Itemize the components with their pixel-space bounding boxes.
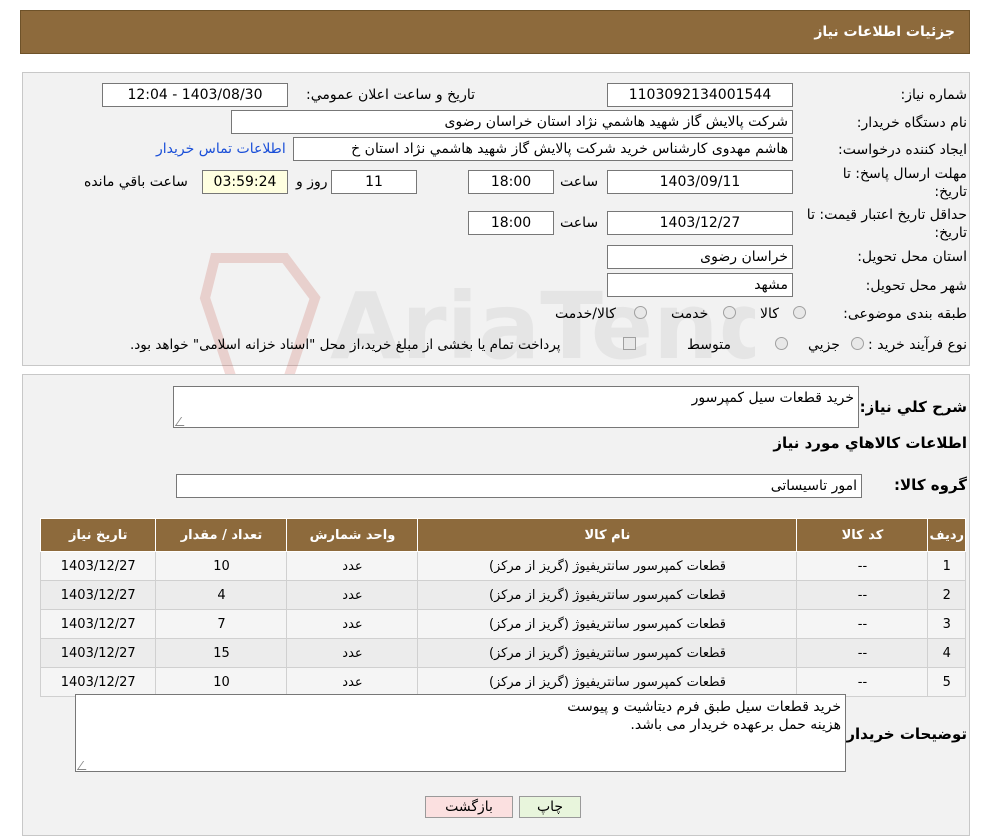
days-field: 11 <box>331 170 417 194</box>
buyer-org-field: شرکت پالايش گاز شهيد هاشمي نژاد استان خر… <box>231 110 793 134</box>
purchase-note-checkbox[interactable] <box>623 337 636 350</box>
purchase-option-medium: متوسط <box>687 337 731 353</box>
category-label: طبقه بندی موضوعی: <box>843 306 967 322</box>
page-header: جزئیات اطلاعات نیاز <box>20 10 970 54</box>
city-field: مشهد <box>607 273 793 297</box>
cell-need-date: 1403/12/27 <box>39 551 157 581</box>
cell-item-name: قطعات کمپرسور سانتریفیوژ (گریز از مرکز) <box>417 551 798 581</box>
page-title: جزئیات اطلاعات نیاز <box>814 24 955 40</box>
items-table: رديف کد کالا نام کالا واحد شمارش تعداد /… <box>39 518 966 697</box>
purchase-note: پرداخت تمام يا بخشی از مبلغ خريد،از محل … <box>130 337 561 353</box>
category-option-goods: کالا <box>760 306 779 322</box>
back-button[interactable]: بازگشت <box>425 796 513 818</box>
category-radio-goods[interactable] <box>793 306 806 319</box>
buyer-org-label: نام دستگاه خريدار: <box>856 115 967 131</box>
cell-item-code: -- <box>796 638 929 668</box>
col-item-code: کد کالا <box>796 518 929 552</box>
cell-item-name: قطعات کمپرسور سانتریفیوژ (گریز از مرکز) <box>417 667 798 697</box>
deadline-time-label: ساعت <box>560 174 599 190</box>
deadline-date-field: 1403/09/11 <box>607 170 793 194</box>
buyer-notes-label: توضيحات خريدار: <box>840 725 967 743</box>
need-number-field: 1103092134001544 <box>607 83 793 107</box>
cell-unit: عدد <box>286 638 419 668</box>
cell-unit: عدد <box>286 609 419 639</box>
cell-unit: عدد <box>286 667 419 697</box>
category-option-service: خدمت <box>671 306 709 322</box>
validity-date-field: 1403/12/27 <box>607 211 793 235</box>
cell-row-number: 2 <box>927 580 966 610</box>
creator-label: ايجاد کننده درخواست: <box>838 142 967 158</box>
cell-item-code: -- <box>796 580 929 610</box>
category-radio-service[interactable] <box>723 306 736 319</box>
city-label: شهر محل تحويل: <box>865 278 967 294</box>
print-button[interactable]: چاپ <box>519 796 581 818</box>
cell-unit: عدد <box>286 580 419 610</box>
validity-time-label: ساعت <box>560 215 599 231</box>
cell-item-code: -- <box>796 551 929 581</box>
cell-need-date: 1403/12/27 <box>39 609 157 639</box>
goods-section-title: اطلاعات کالاهاي مورد نياز <box>773 434 967 452</box>
category-option-goods-service: کالا/خدمت <box>555 306 616 322</box>
table-row: 5 -- قطعات کمپرسور سانتریفیوژ (گریز از م… <box>39 667 966 697</box>
validity-time-field: 18:00 <box>468 211 554 235</box>
buyer-notes-field: خريد قطعات سيل طبق فرم ديتاشيت و پيوست ه… <box>75 694 846 772</box>
cell-quantity: 10 <box>155 551 288 581</box>
table-header-row: رديف کد کالا نام کالا واحد شمارش تعداد /… <box>39 518 966 552</box>
category-radio-goods-service[interactable] <box>634 306 647 319</box>
goods-group-field: امور تاسیساتی <box>176 474 862 498</box>
cell-quantity: 15 <box>155 638 288 668</box>
announce-field: 1403/08/30 - 12:04 <box>102 83 288 107</box>
table-row: 4 -- قطعات کمپرسور سانتریفیوژ (گریز از م… <box>39 638 966 668</box>
purchase-option-minor: جزيي <box>808 337 840 353</box>
summary-field: خريد قطعات سيل کمپرسور <box>173 386 859 428</box>
province-label: استان محل تحويل: <box>857 249 967 265</box>
goods-group-label: گروه کالا: <box>894 476 967 494</box>
cell-need-date: 1403/12/27 <box>39 580 157 610</box>
deadline-time-field: 18:00 <box>468 170 554 194</box>
cell-row-number: 5 <box>927 667 966 697</box>
purchase-radio-minor[interactable] <box>851 337 864 350</box>
table-row: 3 -- قطعات کمپرسور سانتریفیوژ (گریز از م… <box>39 609 966 639</box>
cell-row-number: 4 <box>927 638 966 668</box>
summary-label: شرح کلي نياز: <box>859 398 967 416</box>
cell-item-name: قطعات کمپرسور سانتریفیوژ (گریز از مرکز) <box>417 638 798 668</box>
purchase-type-label: نوع فرآيند خريد : <box>868 337 967 353</box>
cell-quantity: 4 <box>155 580 288 610</box>
purchase-radio-medium[interactable] <box>775 337 788 350</box>
table-row: 2 -- قطعات کمپرسور سانتریفیوژ (گریز از م… <box>39 580 966 610</box>
cell-item-name: قطعات کمپرسور سانتریفیوژ (گریز از مرکز) <box>417 609 798 639</box>
col-unit: واحد شمارش <box>286 518 419 552</box>
contact-info-link[interactable]: اطلاعات تماس خريدار <box>156 141 286 157</box>
need-number-label: شماره نیاز: <box>900 87 968 103</box>
province-field: خراسان رضوی <box>607 245 793 269</box>
col-item-name: نام کالا <box>417 518 798 552</box>
buyer-notes-line-2: هزينه حمل برعهده خريدار می باشد. <box>630 717 841 733</box>
cell-unit: عدد <box>286 551 419 581</box>
cell-need-date: 1403/12/27 <box>39 638 157 668</box>
cell-row-number: 3 <box>927 609 966 639</box>
days-label: روز و <box>296 174 328 190</box>
cell-item-code: -- <box>796 609 929 639</box>
col-row-number: رديف <box>927 518 966 552</box>
validity-label: حداقل تاريخ اعتبار قيمت: تا تاریخ: <box>806 207 967 241</box>
table-row: 1 -- قطعات کمپرسور سانتریفیوژ (گریز از م… <box>39 551 966 581</box>
cell-item-code: -- <box>796 667 929 697</box>
cell-need-date: 1403/12/27 <box>39 667 157 697</box>
col-need-date: تاريخ نياز <box>39 518 157 552</box>
cell-item-name: قطعات کمپرسور سانتریفیوژ (گریز از مرکز) <box>417 580 798 610</box>
creator-field: هاشم مهدوی کارشناس خرید شرکت پالايش گاز … <box>293 137 793 161</box>
col-quantity: تعداد / مقدار <box>155 518 288 552</box>
remaining-time-field: 03:59:24 <box>202 170 288 194</box>
deadline-label: مهلت ارسال پاسخ: تا تاریخ: <box>842 166 967 200</box>
buyer-notes-line-1: خريد قطعات سيل طبق فرم ديتاشيت و پيوست <box>567 699 841 715</box>
cell-row-number: 1 <box>927 551 966 581</box>
cell-quantity: 7 <box>155 609 288 639</box>
remaining-label: ساعت باقي مانده <box>84 174 188 190</box>
cell-quantity: 10 <box>155 667 288 697</box>
announce-label: تاریخ و ساعت اعلان عمومي: <box>306 87 475 103</box>
